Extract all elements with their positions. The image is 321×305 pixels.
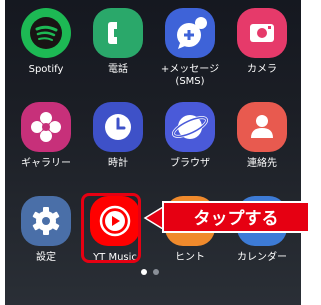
settings-icon — [21, 196, 71, 246]
app-label: ブラウザ — [170, 158, 210, 169]
app-label: 電話 — [108, 64, 128, 75]
app-spotify[interactable]: Spotify — [9, 8, 83, 76]
page-dot-active[interactable] — [141, 269, 147, 275]
home-screen: Spotify 電話 +メッセージ (SMS) カメラ ギャラリー 時計 ブラウ… — [5, 0, 301, 305]
callout-label: タップする — [162, 201, 310, 233]
highlight-box — [81, 193, 141, 263]
gallery-icon — [21, 102, 71, 152]
app-gallery[interactable]: ギャラリー — [9, 102, 83, 170]
app-phone[interactable]: 電話 — [81, 8, 155, 76]
app-settings[interactable]: 設定 — [9, 196, 83, 264]
app-label: ギャラリー — [21, 158, 71, 169]
app-label: +メッセージ (SMS) — [160, 64, 220, 87]
app-contacts[interactable]: 連絡先 — [225, 102, 299, 170]
app-browser[interactable]: ブラウザ — [153, 102, 227, 170]
app-label: ヒント — [175, 252, 205, 263]
app-label: カメラ — [247, 64, 277, 75]
app-label: 連絡先 — [247, 158, 277, 169]
app-label: 設定 — [36, 252, 56, 263]
camera-icon — [237, 8, 287, 58]
app-label: カレンダー — [237, 252, 287, 263]
page-dot[interactable] — [153, 269, 159, 275]
app-clock[interactable]: 時計 — [81, 102, 155, 170]
message-icon — [165, 8, 215, 58]
page-indicator — [138, 260, 162, 279]
phone-icon — [93, 8, 143, 58]
app-label: 時計 — [108, 158, 128, 169]
app-label: Spotify — [28, 64, 64, 75]
spotify-icon — [21, 8, 71, 58]
contacts-icon — [237, 102, 287, 152]
app-camera[interactable]: カメラ — [225, 8, 299, 76]
app-message[interactable]: +メッセージ (SMS) — [153, 8, 227, 88]
browser-icon — [165, 102, 215, 152]
clock-icon — [93, 102, 143, 152]
